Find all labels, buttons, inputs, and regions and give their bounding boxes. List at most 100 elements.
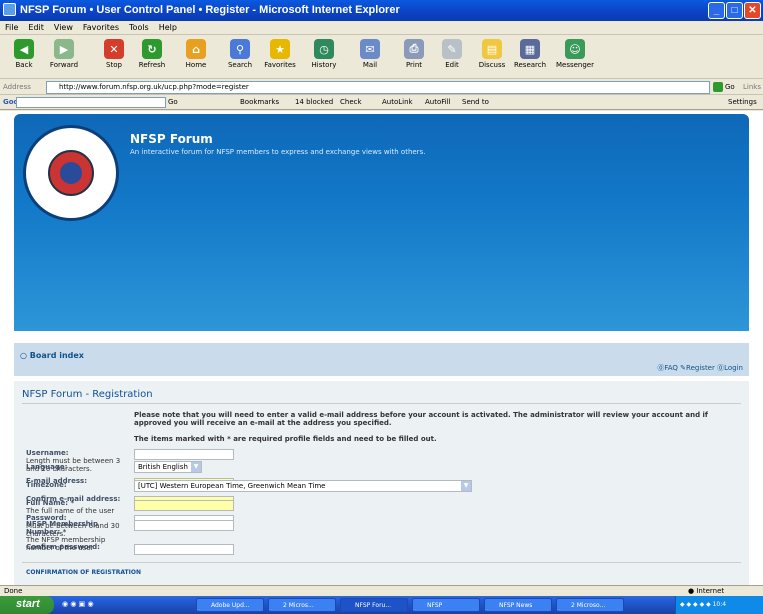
task-adobe[interactable]: Adobe Upd... <box>196 598 264 612</box>
discuss-button[interactable]: ▤ Discuss <box>472 38 512 76</box>
timezone-select[interactable]: [UTC] Western European Time, Greenwich M… <box>134 480 472 492</box>
favorites-icon: ★ <box>270 39 290 59</box>
google-go-button[interactable]: Go <box>168 98 178 106</box>
quick-launch[interactable]: ◉ ◉ ▣ ◉ <box>62 600 102 610</box>
nav-links: ⓪FAQ ✎Register ⓪Login <box>657 363 743 373</box>
address-label: Address <box>3 83 31 91</box>
menu-help[interactable]: Help <box>154 21 182 32</box>
task-microsoft[interactable]: 2 Micros... <box>268 598 336 612</box>
zone-label: Internet <box>696 587 725 595</box>
go-icon[interactable] <box>713 82 723 92</box>
zone-indicator: ● Internet <box>688 587 724 595</box>
clock: 10:4 <box>712 601 727 608</box>
language-select[interactable]: British English ▼ <box>134 461 202 473</box>
status-text: Done <box>4 587 23 595</box>
refresh-button[interactable]: ↻ Refresh <box>132 38 172 76</box>
autolink-button[interactable]: AutoLink <box>382 98 413 106</box>
forum-header: NFSP Forum An interactive forum for NFSP… <box>14 114 749 331</box>
close-button[interactable]: ✕ <box>744 2 761 19</box>
faq-link[interactable]: ⓪FAQ <box>657 364 678 372</box>
menu-tools[interactable]: Tools <box>124 21 154 32</box>
tray-icons[interactable]: ◆ ◆ ◆ ◆ ◆ <box>680 601 713 608</box>
bookmarks-button[interactable]: Bookmarks <box>240 98 279 106</box>
messenger-label: Messenger <box>555 61 594 69</box>
registration-note: Please note that you will need to enter … <box>134 411 708 427</box>
confirmation-divider <box>22 562 741 563</box>
menu-edit[interactable]: Edit <box>23 21 49 32</box>
login-label: Login <box>724 364 743 372</box>
menu-file[interactable]: File <box>0 21 23 32</box>
forward-button[interactable]: ▶ Forward <box>44 38 84 76</box>
username-label-text: Username: <box>26 449 69 457</box>
history-icon: ◷ <box>314 39 334 59</box>
history-button[interactable]: ◷ History <box>304 38 344 76</box>
address-input[interactable]: http://www.forum.nfsp.org.uk/ucp.php?mod… <box>46 81 710 94</box>
back-icon: ◀ <box>14 39 34 59</box>
mail-button[interactable]: ✉ Mail <box>350 38 390 76</box>
go-button[interactable]: Go <box>725 83 735 91</box>
home-icon: ○ <box>20 351 30 360</box>
task-nfsp[interactable]: NFSP <box>412 598 480 612</box>
edit-icon: ✎ <box>442 39 462 59</box>
task-nfsp-forum[interactable]: NFSP Foru... <box>340 598 408 612</box>
links-button[interactable]: Links <box>743 83 761 91</box>
google-settings-button[interactable]: Settings <box>728 98 757 106</box>
nfsp-logo[interactable] <box>23 125 119 221</box>
maximize-button[interactable]: □ <box>726 2 743 19</box>
start-button[interactable]: start <box>0 596 54 614</box>
popup-blocked-count[interactable]: 14 blocked <box>295 98 333 106</box>
search-icon: ⚲ <box>230 39 250 59</box>
print-button[interactable]: ⎙ Print <box>394 38 434 76</box>
edit-button[interactable]: ✎ Edit <box>432 38 472 76</box>
membership-input[interactable] <box>134 520 234 531</box>
title-divider <box>22 403 741 404</box>
messenger-button[interactable]: ☺ Messenger <box>555 38 595 76</box>
menu-view[interactable]: View <box>49 21 78 32</box>
ie-icon <box>3 3 16 16</box>
chevron-down-icon: ▼ <box>191 462 201 472</box>
discuss-label: Discuss <box>478 61 506 69</box>
system-tray: ◆ ◆ ◆ ◆ ◆ 10:4 <box>675 596 763 614</box>
print-icon: ⎙ <box>404 39 424 59</box>
site-name[interactable]: NFSP Forum <box>130 132 213 146</box>
stop-icon: ✕ <box>104 39 124 59</box>
login-link[interactable]: ⓪Login <box>717 364 743 372</box>
favorites-button[interactable]: ★ Favorites <box>260 38 300 76</box>
board-index-link[interactable]: ○ Board index <box>20 351 84 360</box>
spellcheck-button[interactable]: Check <box>340 98 362 106</box>
fullname-label: Full Name: * The full name of the user <box>26 499 134 515</box>
menu-bar: File Edit View Favorites Tools Help <box>0 21 763 35</box>
google-search-input[interactable] <box>16 97 166 108</box>
task-nfsp-news[interactable]: NFSP News <box>484 598 552 612</box>
search-button[interactable]: ⚲ Search <box>220 38 260 76</box>
back-button[interactable]: ◀ Back <box>4 38 44 76</box>
address-bar: Address http://www.forum.nfsp.org.uk/ucp… <box>0 80 763 95</box>
username-input[interactable] <box>134 449 234 460</box>
timezone-label: Timezone: <box>26 481 67 489</box>
fullname-label-text: Full Name: * <box>26 499 75 507</box>
history-label: History <box>311 61 337 69</box>
window-title: NFSP Forum • User Control Panel • Regist… <box>20 4 400 16</box>
mail-icon: ✉ <box>360 39 380 59</box>
windows-taskbar: start ◉ ◉ ▣ ◉ Adobe Upd... 2 Micros... N… <box>0 596 763 614</box>
autofill-button[interactable]: AutoFill <box>425 98 451 106</box>
home-button[interactable]: ⌂ Home <box>176 38 216 76</box>
board-index-label: Board index <box>29 351 84 360</box>
forward-label: Forward <box>49 61 79 69</box>
refresh-label: Refresh <box>138 61 166 69</box>
confirm-password-input[interactable] <box>134 544 234 555</box>
minimize-button[interactable]: _ <box>708 2 725 19</box>
search-label: Search <box>227 61 253 69</box>
send-to-button[interactable]: Send to <box>462 98 489 106</box>
home-icon: ⌂ <box>186 39 206 59</box>
registration-title: NFSP Forum - Registration <box>22 389 153 400</box>
research-button[interactable]: ▦ Research <box>510 38 550 76</box>
task-microsoft-2[interactable]: 2 Microso... <box>556 598 624 612</box>
browser-toolbar: ◀ Back ▶ Forward ✕ Stop ↻ Refresh ⌂ Home ⚲ Search ★ F… <box>0 35 763 79</box>
membership-label-text: NFSP Membership Number: * <box>26 520 99 536</box>
menu-favorites[interactable]: Favorites <box>78 21 124 32</box>
fullname-input[interactable] <box>134 500 234 511</box>
stop-button[interactable]: ✕ Stop <box>94 38 134 76</box>
register-link[interactable]: ✎Register <box>680 364 715 372</box>
register-label: Register <box>686 364 715 372</box>
